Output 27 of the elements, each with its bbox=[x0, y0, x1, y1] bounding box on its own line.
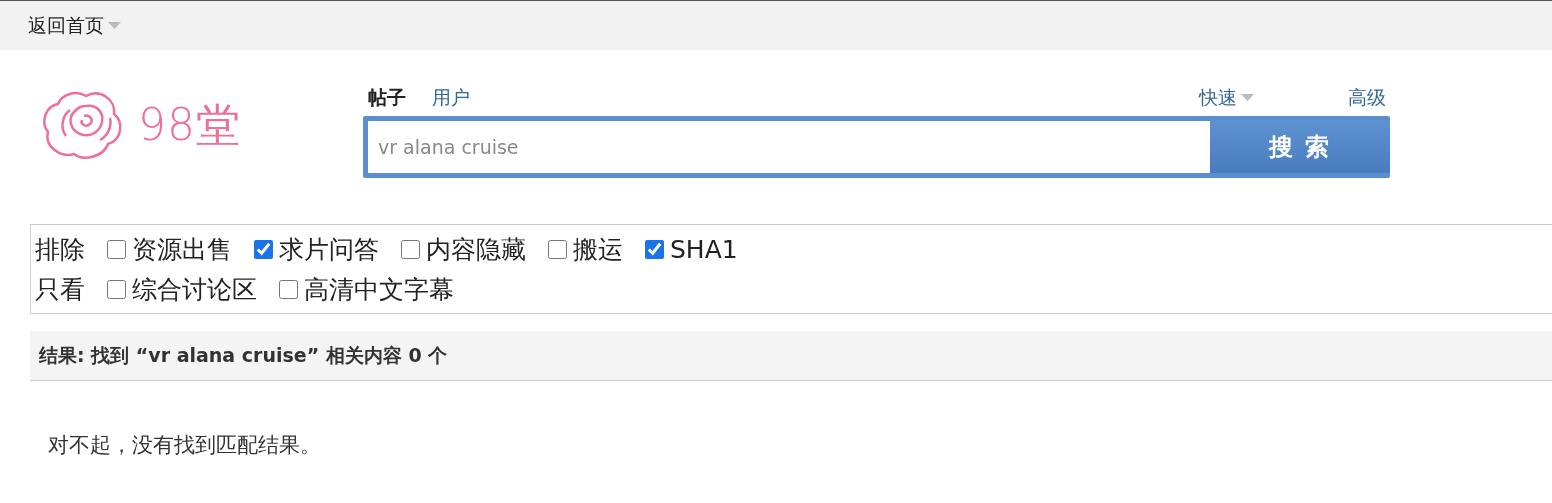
caret-icon bbox=[108, 21, 121, 30]
checkbox[interactable] bbox=[254, 239, 273, 259]
checkbox[interactable] bbox=[548, 239, 567, 259]
filter-label: 只看 bbox=[35, 273, 85, 306]
checkbox[interactable] bbox=[107, 239, 126, 259]
filter-option[interactable]: 内容隐藏 bbox=[401, 232, 526, 266]
no-result-message: 对不起，没有找到匹配结果。 bbox=[48, 432, 322, 459]
filter-option[interactable]: 高清中文字幕 bbox=[279, 272, 454, 306]
checkbox[interactable] bbox=[279, 279, 298, 299]
filter-option[interactable]: SHA1 bbox=[645, 234, 738, 264]
search-field[interactable]: vr alana cruise bbox=[368, 121, 1210, 173]
search-tab[interactable]: 用户 bbox=[432, 85, 470, 111]
filter-option[interactable]: 综合讨论区 bbox=[107, 272, 257, 306]
filter-label: 排除 bbox=[35, 233, 85, 266]
result-heading: 结果: 找到 “vr alana cruise” 相关内容 0 个 bbox=[39, 342, 448, 368]
filter-option[interactable]: 资源出售 bbox=[107, 232, 232, 266]
filter-option[interactable]: 求片问答 bbox=[254, 232, 379, 266]
logo-text: 98堂 bbox=[138, 97, 241, 152]
filter-option[interactable]: 搬运 bbox=[548, 232, 623, 266]
checkbox[interactable] bbox=[107, 279, 126, 299]
checkbox[interactable] bbox=[645, 239, 664, 259]
caret-icon bbox=[1241, 94, 1254, 102]
home-link[interactable]: 返回首页 bbox=[28, 12, 121, 39]
search-tab[interactable]: 帖子 bbox=[368, 85, 406, 111]
quick-search-link[interactable]: 快速 bbox=[1199, 85, 1254, 111]
advanced-search-link[interactable]: 高级 bbox=[1348, 85, 1386, 111]
checkbox[interactable] bbox=[401, 239, 420, 259]
